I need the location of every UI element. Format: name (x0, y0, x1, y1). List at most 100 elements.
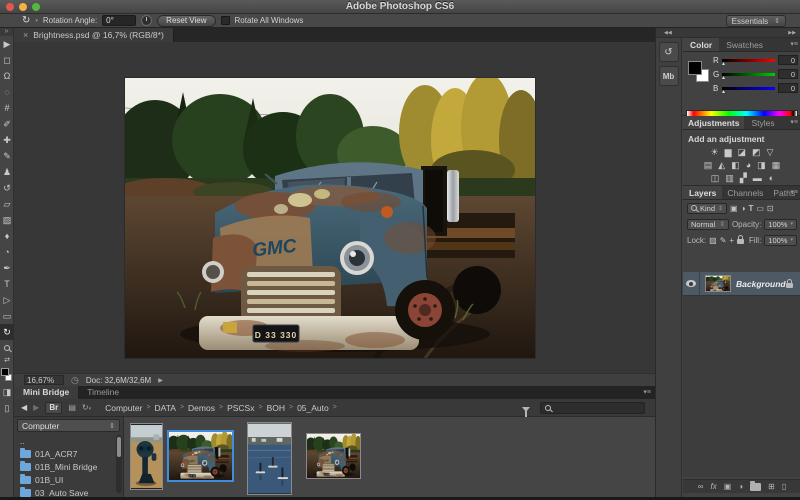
swap-colors-icon[interactable]: ⇄ (0, 356, 14, 366)
tool-preset-caret-icon[interactable]: ▾ (35, 18, 38, 24)
layer-thumbnail[interactable] (705, 275, 731, 292)
tab-mini-bridge[interactable]: Mini Bridge (14, 386, 78, 399)
threshold-icon[interactable]: ▞ (740, 173, 747, 184)
red-slider[interactable]: ▲ (722, 59, 775, 62)
tool-marquee[interactable]: ◻ (0, 52, 14, 68)
tree-item-01b-ui[interactable]: 01B_UI (14, 473, 123, 486)
add-layer-mask-icon[interactable]: ▣ (724, 482, 732, 491)
forward-icon[interactable]: ▶ (33, 403, 39, 412)
tool-lasso[interactable]: Ω (0, 68, 14, 84)
search-box[interactable] (540, 402, 645, 414)
gradient-map-icon[interactable]: ▬ (753, 173, 762, 184)
tab-timeline[interactable]: Timeline (78, 386, 128, 399)
opacity-field[interactable]: 100% ▾ (764, 219, 797, 230)
tool-quick-selection[interactable]: ◌ (0, 84, 14, 100)
foreground-background-swatches[interactable] (0, 366, 14, 384)
close-document-icon[interactable]: × (23, 30, 28, 40)
curves-icon[interactable]: ◪ (738, 147, 747, 158)
blue-value[interactable]: 0 (778, 83, 798, 93)
foreground-color-swatch[interactable] (1, 368, 9, 376)
layers-panel-menu-icon[interactable]: ▾≡ (790, 186, 798, 200)
color-lookup-icon[interactable]: ▦ (772, 160, 781, 171)
posterize-icon[interactable]: ▥ (725, 173, 734, 184)
layer-name[interactable]: Background (736, 279, 786, 289)
quick-mask-button[interactable]: ◨ (0, 384, 14, 400)
tool-dodge[interactable]: ◔ (0, 244, 14, 260)
new-adjustment-layer-icon[interactable]: ◑ (738, 482, 743, 491)
blue-slider[interactable]: ▲ (722, 87, 775, 90)
tool-blur[interactable]: ♦ (0, 228, 14, 244)
hue-saturation-icon[interactable]: ▤ (704, 160, 713, 171)
selective-color-icon[interactable]: ◖ (768, 173, 773, 184)
reset-view-button[interactable]: Reset View (157, 15, 215, 27)
lock-pixels-icon[interactable]: ✎ (720, 236, 727, 245)
adjustments-panel-menu-icon[interactable]: ▾≡ (790, 116, 798, 130)
status-menu-arrow-icon[interactable]: ▶ (158, 377, 163, 384)
canvas-pasteboard[interactable]: GMC D 33 330 (14, 42, 655, 373)
screen-mode-button[interactable]: ▯ (0, 400, 14, 416)
foreground-swatch[interactable] (688, 61, 702, 75)
toolbox-collapse-icon[interactable]: » (0, 28, 13, 36)
lock-position-icon[interactable]: + (729, 236, 734, 245)
kind-filter-dropdown[interactable]: Kind ⇕ (687, 203, 727, 214)
invert-icon[interactable]: ◫ (711, 173, 720, 184)
filter-smart-objects-icon[interactable]: ⊡ (767, 204, 774, 213)
launch-bridge-button[interactable]: Br (45, 402, 62, 414)
black-white-icon[interactable]: ◧ (731, 160, 740, 171)
tool-rotate-view[interactable]: ↻ (0, 324, 14, 340)
layer-visibility-cell[interactable] (683, 272, 700, 296)
document-tab[interactable]: × Brightness.psd @ 16,7% (RGB/8*) (14, 28, 174, 42)
tool-gradient[interactable]: ▧ (0, 212, 14, 228)
canvas-image[interactable]: GMC D 33 330 (125, 78, 535, 358)
link-layers-icon[interactable]: ∞ (698, 482, 704, 491)
mini-bridge-menu-icon[interactable]: ▾≡ (643, 386, 651, 399)
tools-icon[interactable]: ↻▾ (82, 403, 91, 412)
expand-panels-icon[interactable]: ◀◀ (664, 30, 672, 36)
layer-style-icon[interactable]: fx (710, 482, 716, 491)
thumbnail-paddleboarders[interactable] (247, 422, 292, 495)
tool-clone-stamp[interactable]: ♟ (0, 164, 14, 180)
red-value[interactable]: 0 (778, 55, 798, 65)
color-balance-icon[interactable]: ◭ (718, 160, 725, 171)
tool-crop[interactable]: # (0, 100, 14, 116)
color-panel-swatches[interactable] (688, 61, 710, 83)
tool-path-selection[interactable]: ▷ (0, 292, 14, 308)
background-layer-row[interactable]: Background (683, 272, 800, 296)
thumbnail-viewer-photo[interactable] (130, 423, 163, 490)
tool-healing-brush[interactable]: ✚ (0, 132, 14, 148)
brightness-contrast-icon[interactable]: ☀ (711, 147, 719, 158)
green-value[interactable]: 0 (778, 69, 798, 79)
tool-type[interactable]: T (0, 276, 14, 292)
breadcrumb-pscsx[interactable]: PSCSx (227, 403, 254, 413)
channel-mixer-icon[interactable]: ◨ (757, 160, 766, 171)
exposure-icon[interactable]: ◩ (752, 147, 761, 158)
thumbnail-truck-2[interactable] (306, 433, 361, 479)
tool-eraser[interactable]: ▱ (0, 196, 14, 212)
tool-move[interactable]: ▶ (0, 36, 14, 52)
mini-bridge-panel-icon[interactable]: Mb (659, 66, 679, 86)
lock-transparency-icon[interactable]: ▨ (709, 236, 717, 245)
tab-styles[interactable]: Styles (744, 116, 781, 129)
history-panel-icon[interactable]: ↺ (659, 42, 679, 62)
workspace-switcher[interactable]: Essentials ⇕ (726, 15, 786, 27)
tool-shape[interactable]: ▭ (0, 308, 14, 324)
tab-layers[interactable]: Layers (683, 186, 722, 199)
tool-pen[interactable]: ✒ (0, 260, 14, 276)
breadcrumb-computer[interactable]: Computer (105, 403, 142, 413)
filter-funnel-icon[interactable] (522, 405, 530, 414)
thumbnail-truck-selected[interactable] (167, 430, 234, 482)
zoom-level-field[interactable]: 16,67% (24, 375, 64, 385)
fill-field[interactable]: 100% ▾ (764, 235, 797, 246)
recent-items-icon[interactable]: ▤ (68, 403, 76, 412)
tree-root-dropdown[interactable]: Computer ⇕ (17, 419, 120, 432)
tab-color[interactable]: Color (683, 38, 719, 51)
back-icon[interactable]: ◀ (21, 403, 27, 412)
filter-shape-layers-icon[interactable]: ▭ (756, 204, 764, 213)
tool-zoom[interactable] (0, 340, 14, 356)
filter-type-layers-icon[interactable]: T (748, 204, 753, 213)
breadcrumb-05-auto[interactable]: 05_Auto (297, 403, 329, 413)
breadcrumb-data[interactable]: DATA (155, 403, 176, 413)
breadcrumb-demos[interactable]: Demos (188, 403, 215, 413)
tree-item-01b-mini-bridge[interactable]: 01B_Mini Bridge (14, 460, 123, 473)
blend-mode-dropdown[interactable]: Normal ⇕ (687, 219, 729, 230)
